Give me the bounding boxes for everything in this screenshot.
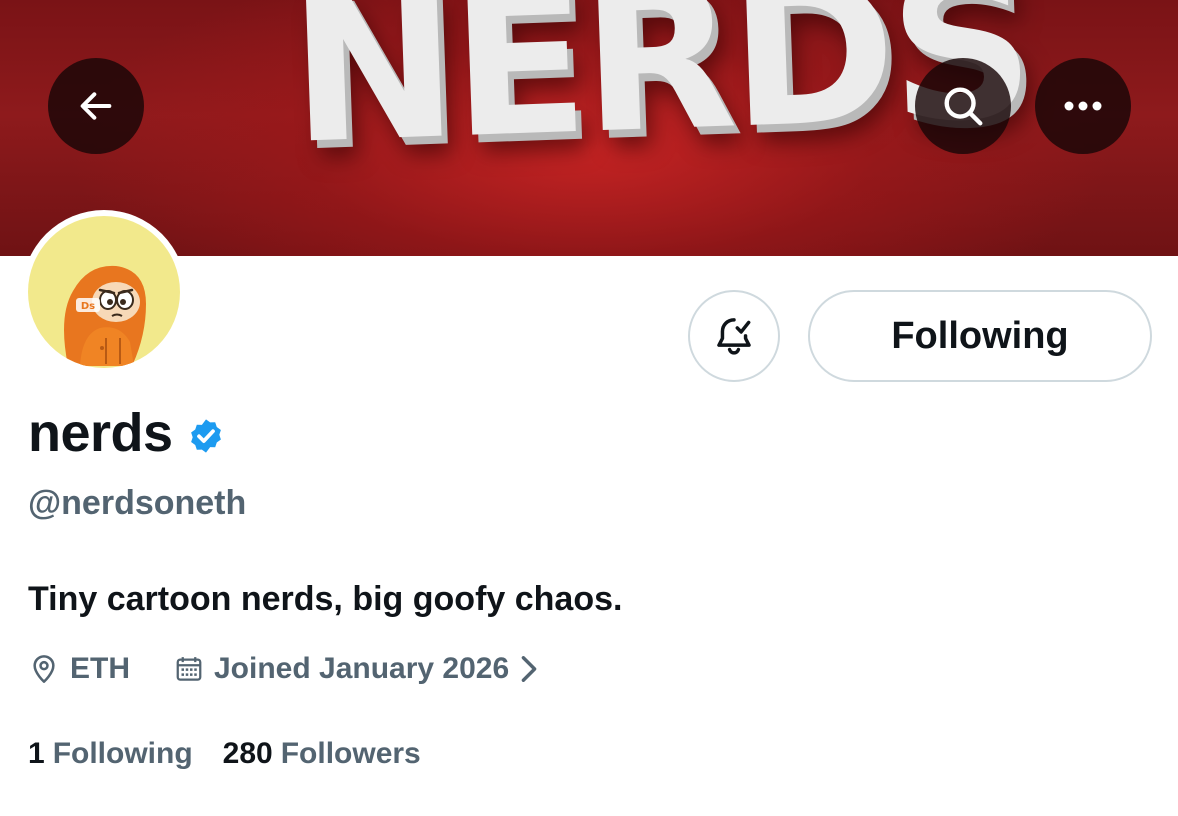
avatar-badge-text: Ds [81,301,95,312]
profile-name-row: nerds [28,402,225,464]
calendar-icon [176,657,202,681]
following-label: Following [52,737,193,770]
location-pin-icon [33,655,55,683]
profile-meta-row: ETH Joined January 2026 [28,652,549,686]
display-name: nerds [28,403,173,463]
location-text: ETH [70,652,130,685]
search-button[interactable] [915,58,1011,154]
cartoon-nerd-avatar-icon: Ds [64,265,146,366]
chevron-right-icon [521,656,537,682]
followers-count: 280 [222,737,273,770]
avatar-image: Ds [28,216,180,368]
location-item: ETH [28,652,130,686]
more-options-button[interactable] [1035,58,1131,154]
profile-handle: @nerdsoneth [28,484,247,522]
following-button[interactable]: Following [808,290,1152,382]
search-icon [944,87,983,126]
followers-stat-link[interactable]: 280 Followers [223,737,421,771]
profile-avatar[interactable]: Ds [22,210,186,374]
followers-label: Followers [280,737,421,770]
following-stat-link[interactable]: 1 Following [28,737,193,771]
verified-badge-icon[interactable] [187,417,225,455]
profile-bio: Tiny cartoon nerds, big goofy chaos. [28,580,623,618]
back-arrow-icon [80,92,112,120]
notifications-bell-button[interactable] [688,290,780,382]
back-button[interactable] [48,58,144,154]
more-options-icon [1064,101,1102,111]
joined-date-item[interactable]: Joined January 2026 [174,652,549,686]
joined-date-text: Joined January 2026 [214,652,510,685]
follow-stats-row: 1 Following 280 Followers [28,737,421,771]
notification-bell-icon [717,318,751,355]
following-count: 1 [28,737,45,770]
